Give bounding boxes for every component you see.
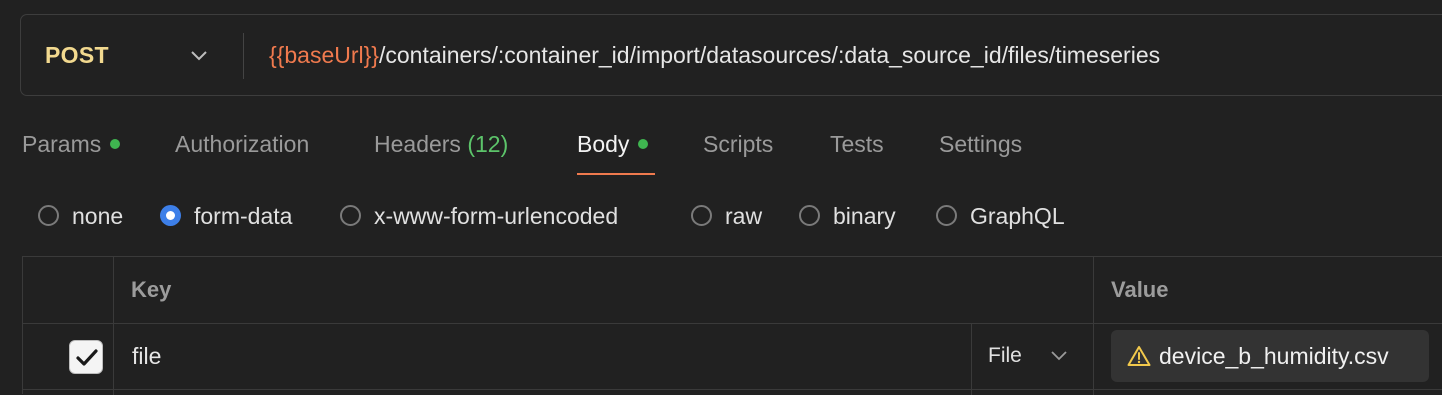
chevron-down-icon[interactable] xyxy=(1050,350,1068,362)
tab-tests[interactable]: Tests xyxy=(830,118,884,174)
body-type-radio-group: none form-data x-www-form-urlencoded raw… xyxy=(0,194,1442,238)
url-input[interactable]: {{baseUrl}}/containers/:container_id/imp… xyxy=(269,15,1160,95)
column-divider xyxy=(971,323,972,395)
tab-headers[interactable]: Headers (12) xyxy=(374,118,508,174)
radio-binary[interactable]: binary xyxy=(799,194,896,238)
row-enabled-checkbox[interactable] xyxy=(69,340,103,374)
column-header-key: Key xyxy=(131,277,172,302)
form-data-table: Key Value file File device_b_humidity.cs… xyxy=(22,256,1442,395)
headers-count: (12) xyxy=(467,131,509,157)
column-header-value: Value xyxy=(1111,277,1169,302)
radio-form-data[interactable]: form-data xyxy=(160,194,292,238)
radio-circle xyxy=(340,205,361,227)
radio-x-www-form-urlencoded[interactable]: x-www-form-urlencoded xyxy=(340,194,618,238)
tab-settings[interactable]: Settings xyxy=(939,118,1022,174)
tab-body[interactable]: Body xyxy=(577,118,649,174)
tab-params[interactable]: Params xyxy=(22,118,121,174)
radio-circle xyxy=(38,205,59,227)
warning-icon xyxy=(1127,346,1151,366)
file-name: device_b_humidity.csv xyxy=(1159,343,1389,369)
file-value-chip[interactable]: device_b_humidity.csv xyxy=(1111,330,1429,382)
radio-circle xyxy=(691,205,712,227)
checkmark-icon xyxy=(76,349,98,366)
radio-raw[interactable]: raw xyxy=(691,194,762,238)
radio-none[interactable]: none xyxy=(38,194,123,238)
column-divider xyxy=(113,257,114,395)
row-divider xyxy=(23,323,1442,324)
radio-circle xyxy=(799,205,820,227)
radio-graphql[interactable]: GraphQL xyxy=(936,194,1065,238)
radio-circle xyxy=(936,205,957,227)
url-bar: POST {{baseUrl}}/containers/:container_i… xyxy=(20,14,1442,96)
request-tabs: Params Authorization Headers (12) Body S… xyxy=(0,118,1442,178)
body-active-dot xyxy=(638,138,649,149)
field-type-select[interactable]: File xyxy=(988,325,1022,387)
params-active-dot xyxy=(110,138,121,149)
tab-authorization[interactable]: Authorization xyxy=(175,118,309,174)
chevron-down-icon[interactable] xyxy=(189,47,209,63)
column-divider xyxy=(1093,257,1094,395)
url-variable: {{baseUrl}} xyxy=(269,42,379,68)
method-select[interactable]: POST xyxy=(45,15,109,95)
radio-circle-checked xyxy=(160,205,181,227)
active-tab-indicator xyxy=(577,173,655,175)
url-path: /containers/:container_id/import/datasou… xyxy=(378,42,1161,68)
tab-scripts[interactable]: Scripts xyxy=(703,118,773,174)
url-divider xyxy=(243,33,244,79)
key-input[interactable]: file xyxy=(132,325,161,387)
row-divider xyxy=(23,389,1442,390)
